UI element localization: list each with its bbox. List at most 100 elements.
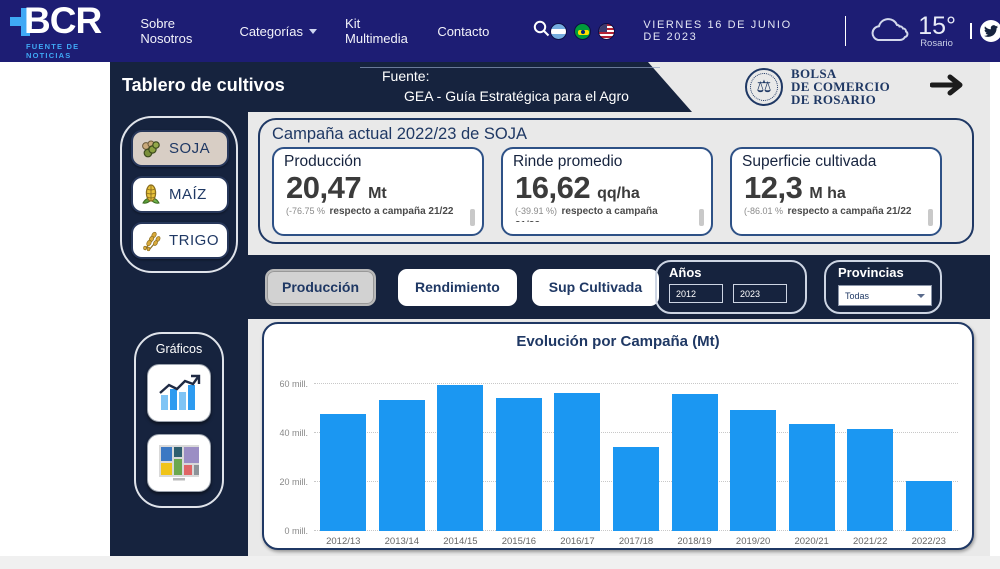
corn-icon	[139, 183, 163, 207]
tab-sup-cultivada[interactable]: Sup Cultivada	[532, 269, 659, 306]
provinces-label: Provincias	[838, 265, 928, 280]
argentina-flag-icon[interactable]	[550, 23, 567, 40]
bar-2013/14[interactable]	[379, 400, 425, 531]
bolsa-seal-icon: ⚖	[745, 68, 783, 106]
x-axis-tick-label: 2016/17	[548, 536, 607, 547]
twitter-icon[interactable]	[980, 20, 1000, 42]
kpi-card-label: Superficie cultivada	[742, 153, 930, 171]
y-axis-tick-label: 40 mill.	[268, 428, 308, 438]
crop-button-soja[interactable]: SOJA	[131, 130, 229, 167]
bars-row	[314, 364, 958, 531]
evolution-chart-panel: Evolución por Campaña (Mt) 0 mill. 20 mil…	[262, 322, 974, 550]
kpi-card-unit: qq/ha	[597, 185, 640, 203]
charts-group-label: Gráficos	[136, 342, 222, 356]
kpi-card-delta: (-86.01 %	[744, 206, 783, 216]
years-label: Años	[669, 265, 793, 280]
treemap-view-button[interactable]	[147, 434, 211, 492]
bar-slot	[548, 364, 607, 531]
temperature: 15°	[918, 14, 956, 38]
nav-link-categorias[interactable]: Categorías	[239, 24, 317, 39]
bolsa-name: BOLSA DE COMERCIO DE ROSARIO	[791, 67, 890, 106]
year-from-input[interactable]	[669, 284, 723, 303]
weather-city: Rosario	[920, 38, 956, 49]
crop-button-maiz[interactable]: MAÍZ	[131, 176, 229, 213]
chart-type-group: Gráficos	[134, 332, 224, 508]
bar-chart-view-button[interactable]	[147, 364, 211, 422]
y-axis-tick-label: 20 mill.	[268, 477, 308, 487]
forward-arrow-button[interactable]	[930, 74, 968, 99]
screen: BCR FUENTE DE NOTICIAS Sobre Nosotros Ca…	[0, 0, 1000, 569]
chart-title: Evolución por Campaña (Mt)	[264, 333, 972, 350]
nav-link-kit-multimedia[interactable]: Kit Multimedia	[345, 16, 409, 46]
bar-2019/20[interactable]	[730, 410, 776, 531]
bolsa-name-line: DE ROSARIO	[791, 93, 890, 106]
bar-2012/13[interactable]	[320, 414, 366, 531]
social-links	[970, 20, 990, 42]
bar-2017/18[interactable]	[613, 447, 659, 531]
kpi-card-delta: (-39.91 %)	[515, 206, 557, 216]
bar-2018/19[interactable]	[672, 394, 718, 531]
bar-slot	[724, 364, 783, 531]
bcr-logo[interactable]: BCR FUENTE DE NOTICIAS	[8, 4, 116, 58]
x-axis-tick-label: 2013/14	[373, 536, 432, 547]
y-axis-tick-label: 0 mill.	[268, 526, 308, 536]
kpi-card-value: 16,62	[515, 172, 590, 204]
usa-flag-icon[interactable]	[598, 23, 615, 40]
dashboard-title: Tablero de cultivos	[122, 75, 285, 96]
provinces-dropdown[interactable]: Todas	[838, 285, 932, 306]
brazil-flag-icon[interactable]	[574, 23, 591, 40]
x-axis-tick-label: 2020/21	[782, 536, 841, 547]
search-icon[interactable]	[533, 20, 550, 42]
bar-slot	[314, 364, 373, 531]
controls-band: Producción Rendimiento Sup Cultivada Año…	[248, 255, 990, 319]
nav-link-contacto[interactable]: Contacto	[437, 24, 489, 39]
chevron-down-icon	[309, 29, 317, 34]
kpi-title: Campaña actual 2022/23 de SOJA	[272, 125, 960, 144]
scales-icon: ⚖	[756, 77, 771, 97]
crop-sidebar: SOJA MAÍZ	[110, 112, 248, 556]
card-scrollbar[interactable]	[928, 209, 933, 226]
chart-x-labels: 2012/132013/142014/152015/162016/172017/…	[314, 536, 958, 547]
tab-produccion[interactable]: Producción	[265, 269, 376, 306]
source-block: Fuente: GEA - Guía Estratégica para el A…	[382, 66, 629, 106]
crop-button-trigo[interactable]: TRIGO	[131, 222, 229, 259]
x-axis-tick-label: 2012/13	[314, 536, 373, 547]
nav-link-sobre-nosotros[interactable]: Sobre Nosotros	[140, 16, 211, 46]
bar-slot	[373, 364, 432, 531]
navbar-right: VIERNES 16 DE JUNIO DE 2023 15° Rosario	[550, 14, 990, 49]
x-axis-tick-label: 2022/23	[899, 536, 958, 547]
language-flags	[550, 23, 615, 40]
x-axis-tick-label: 2015/16	[490, 536, 549, 547]
dashboard-main: Campaña actual 2022/23 de SOJA Producció…	[248, 112, 990, 556]
crops-dashboard: Tablero de cultivos Fuente: GEA - Guía E…	[110, 62, 990, 556]
source-label: Fuente:	[382, 66, 629, 86]
dashboard-header: Tablero de cultivos Fuente: GEA - Guía E…	[110, 62, 990, 112]
treemap-icon	[157, 443, 201, 483]
bar-2015/16[interactable]	[496, 398, 542, 531]
bar-2020/21[interactable]	[789, 424, 835, 531]
kpi-card-value: 12,3	[744, 172, 802, 204]
tab-rendimiento[interactable]: Rendimiento	[398, 269, 517, 306]
bar-slot	[665, 364, 724, 531]
card-scrollbar[interactable]	[470, 209, 475, 226]
kpi-container: Campaña actual 2022/23 de SOJA Producció…	[258, 118, 974, 244]
year-to-input[interactable]	[733, 284, 787, 303]
bar-2016/17[interactable]	[554, 393, 600, 531]
weather-widget: 15° Rosario	[868, 14, 956, 49]
bar-slot	[899, 364, 958, 531]
bar-2014/15[interactable]	[437, 385, 483, 531]
kpi-card-note: (-86.01 % respecto a campaña 21/22	[744, 204, 914, 222]
bar-slot	[431, 364, 490, 531]
card-scrollbar[interactable]	[699, 209, 704, 226]
years-filter: Años	[655, 260, 807, 314]
kpi-card-note-text: respecto a campaña 21/22	[329, 206, 453, 217]
bar-2021/22[interactable]	[847, 429, 893, 531]
crop-label: TRIGO	[169, 232, 219, 249]
bar-slot	[841, 364, 900, 531]
x-axis-tick-label: 2021/22	[841, 536, 900, 547]
nav-links: Sobre Nosotros Categorías Kit Multimedia…	[140, 16, 550, 46]
kpi-card-label: Producción	[284, 153, 472, 171]
bar-2022/23[interactable]	[906, 481, 952, 531]
bar-chart-up-icon	[157, 373, 201, 413]
kpi-card-label: Rinde promedio	[513, 153, 701, 171]
